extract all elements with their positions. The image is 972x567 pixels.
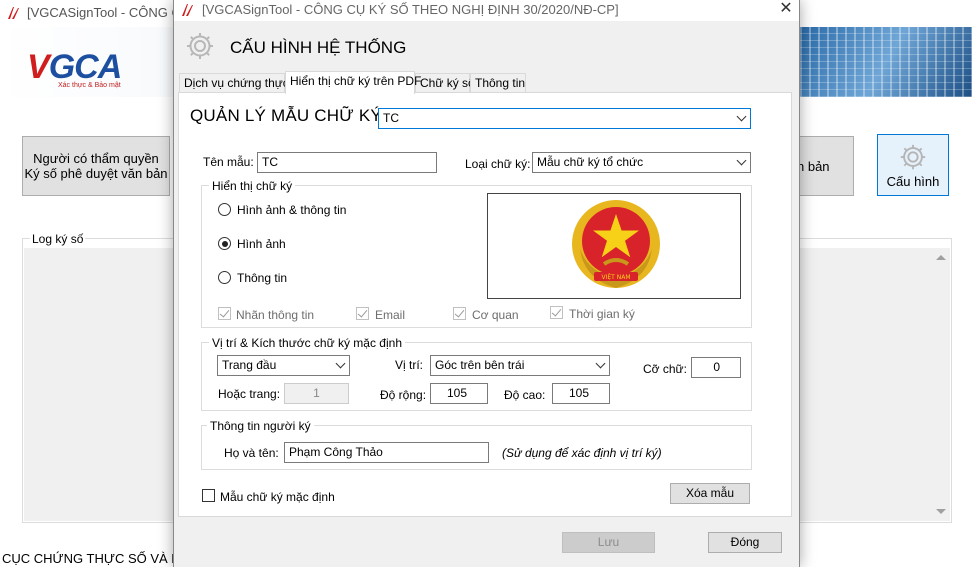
- tab-pdf-signature-display[interactable]: Hiển thị chữ ký trên PDF: [285, 71, 421, 94]
- position-label: Vị trí:: [395, 358, 424, 372]
- checkbox-info-label: [218, 307, 231, 320]
- radio-image-label: Hình ảnh: [237, 237, 286, 251]
- banner-tech-image: [800, 27, 972, 97]
- signature-preview: VIỆT NAM: [487, 193, 741, 299]
- checkbox-sign-time-text: Thời gian ký: [569, 307, 635, 321]
- checkbox-info-label-text: Nhãn thông tin: [236, 308, 315, 322]
- template-name-label: Tên mẫu:: [203, 155, 254, 169]
- signer-name-label: Họ và tên:: [224, 446, 279, 460]
- position-group-title: Vị trí & Kích thước chữ ký mặc định: [209, 336, 405, 350]
- tab-info[interactable]: Thông tin: [470, 73, 526, 93]
- chevron-down-icon: [736, 111, 747, 122]
- scroll-up-icon[interactable]: [936, 255, 946, 260]
- signature-type-label: Loại chữ ký:: [465, 157, 531, 171]
- default-template-label: Mẫu chữ ký mặc định: [220, 490, 335, 504]
- logo-tagline: Xác thực & Bảo mật: [58, 82, 121, 89]
- scroll-down-icon[interactable]: [936, 509, 946, 514]
- checkbox-organization: [453, 307, 466, 320]
- radio-info[interactable]: [218, 271, 231, 284]
- app-logo-icon: [8, 7, 19, 19]
- chevron-down-icon: [595, 358, 606, 369]
- config-dialog: [VGCASignTool - CÔNG CỤ KÝ SỐ THEO NGHỊ …: [173, 0, 800, 567]
- font-size-input[interactable]: 0: [691, 357, 741, 378]
- national-emblem-image: VIỆT NAM: [572, 200, 660, 288]
- gear-icon: [187, 33, 213, 59]
- gear-icon: [900, 144, 926, 169]
- log-scrollbar[interactable]: [932, 248, 950, 521]
- close-icon[interactable]: ✕: [775, 0, 797, 20]
- radio-info-label: Thông tin: [237, 271, 288, 285]
- delete-template-button[interactable]: Xóa mẫu: [670, 483, 750, 504]
- template-name-input[interactable]: TC: [257, 152, 437, 173]
- tab-certification-service[interactable]: Dịch vụ chứng thực: [179, 73, 289, 93]
- logo-text: GCA: [48, 48, 123, 86]
- dialog-header-title: CẤU HÌNH HỆ THỐNG: [230, 38, 407, 57]
- signer-name-input[interactable]: Phạm Công Thảo: [284, 442, 489, 463]
- chevron-down-icon: [335, 358, 346, 369]
- logo-v: V: [27, 48, 50, 86]
- or-page-label: Hoặc trang:: [218, 387, 281, 401]
- save-button[interactable]: Lưu: [562, 532, 655, 553]
- position-select[interactable]: Góc trên bên trái: [430, 355, 610, 376]
- signer-hint: (Sử dụng để xác định vị trí ký): [502, 446, 662, 460]
- template-manager-label: QUẢN LÝ MẪU CHỮ KÝ:: [190, 106, 387, 125]
- checkbox-sign-time: [550, 306, 563, 319]
- template-select[interactable]: TC: [378, 108, 751, 129]
- emblem-text: VIỆT NAM: [601, 273, 630, 281]
- display-group-title: Hiển thị chữ ký: [209, 179, 296, 193]
- checkbox-email: [356, 307, 369, 320]
- dialog-titlebar: [VGCASignTool - CÔNG CỤ KÝ SỐ THEO NGHỊ …: [174, 0, 799, 21]
- height-input[interactable]: 105: [552, 383, 610, 404]
- checkbox-organization-text: Cơ quan: [472, 308, 519, 322]
- document-sign-label: n bản: [797, 158, 830, 174]
- font-size-label: Cỡ chữ:: [643, 362, 687, 376]
- approve-sign-line1: Người có thẩm quyền: [33, 151, 159, 166]
- radio-image-info[interactable]: [218, 203, 231, 216]
- approve-sign-button[interactable]: Người có thẩm quyền Ký số phê duyệt văn …: [22, 136, 170, 196]
- page-select[interactable]: Trang đầu: [217, 355, 350, 376]
- radio-image-info-label: Hình ảnh & thông tin: [237, 203, 347, 217]
- signature-type-select[interactable]: Mẫu chữ ký tổ chức: [532, 152, 751, 173]
- signer-group-title: Thông tin người ký: [207, 419, 314, 433]
- default-template-checkbox[interactable]: [202, 489, 215, 502]
- config-button[interactable]: Cấu hình: [877, 134, 949, 196]
- tab-digital-signature[interactable]: Chữ ký số: [415, 73, 475, 93]
- close-button[interactable]: Đóng: [708, 532, 782, 553]
- or-page-input: 1: [284, 383, 349, 404]
- config-label: Cấu hình: [886, 173, 940, 189]
- dialog-title: [VGCASignTool - CÔNG CỤ KÝ SỐ THEO NGHỊ …: [202, 2, 619, 17]
- width-label: Độ rộng:: [380, 388, 427, 402]
- log-label: Log ký số: [30, 232, 86, 246]
- main-title: [VGCASignTool - CÔNG CỤ: [27, 5, 191, 20]
- checkbox-email-text: Email: [375, 308, 406, 322]
- approve-sign-line2: Ký số phê duyệt văn bản: [24, 166, 168, 181]
- width-input[interactable]: 105: [430, 383, 488, 404]
- height-label: Độ cao:: [504, 388, 546, 402]
- chevron-down-icon: [736, 155, 747, 166]
- radio-image[interactable]: [218, 237, 231, 250]
- app-logo-icon: [182, 4, 193, 16]
